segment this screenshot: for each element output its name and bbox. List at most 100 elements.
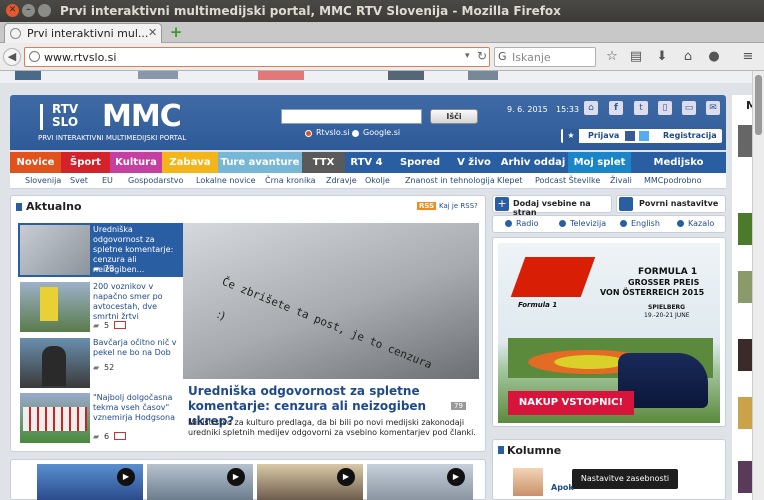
facebook-icon[interactable]: f [609, 101, 623, 115]
menu-arhiv-oddaj[interactable]: Arhiv oddaj [498, 152, 568, 173]
register-link[interactable]: Registracija [663, 131, 717, 140]
columnist-name[interactable]: Apok [551, 483, 574, 492]
right-thumb[interactable] [738, 397, 752, 429]
menu-zabava[interactable]: Zabava [162, 152, 218, 173]
rss-badge[interactable]: RSS [417, 202, 437, 210]
menu-rtv4[interactable]: RTV 4 [345, 152, 388, 173]
twitter-icon[interactable]: t [634, 101, 648, 115]
login-bar: ★ Prijava Registracija [561, 129, 722, 143]
reload-icon[interactable]: ↻ [477, 49, 487, 63]
menu-spored[interactable]: Spored [390, 152, 450, 173]
search-box[interactable]: G Iskanje [494, 47, 596, 67]
right-thumb[interactable] [738, 339, 752, 371]
news-title: 200 voznikov v napačno smer po avtocesta… [93, 282, 163, 321]
submenu-item[interactable]: Podcast Številke [535, 173, 600, 189]
chat-icon[interactable]: ● [706, 49, 722, 65]
mail-icon[interactable]: ✉ [706, 101, 720, 115]
main-story-image[interactable]: Če zbrišete ta post, je to cenzura :) [183, 223, 479, 379]
new-tab-button[interactable]: + [168, 24, 184, 40]
menu-hamburger-icon[interactable]: ≡ [740, 49, 756, 65]
menu-kultura[interactable]: Kultura [110, 152, 162, 173]
main-story-comments[interactable]: 79 [451, 402, 466, 410]
submenu-item[interactable]: Klepet [497, 173, 523, 189]
restore-settings-button[interactable]: Povrni nastavitve [616, 195, 726, 213]
news-item[interactable]: Bavčarja očitno nič v pekel ne bo na Dob… [18, 336, 183, 390]
radio-rtvslo[interactable] [305, 130, 312, 137]
strip-image[interactable] [388, 71, 424, 80]
menu-ture-avanture[interactable]: Ture avanture [218, 152, 302, 173]
submenu-item[interactable]: Črna kronika [265, 173, 316, 189]
tw-login-icon[interactable] [639, 131, 649, 141]
ad-cta-button[interactable]: NAKUP VSTOPNIC! [508, 391, 634, 415]
news-item[interactable]: 200 voznikov v napačno smer po avtocesta… [18, 280, 183, 334]
tv-icon[interactable]: ▭ [682, 101, 696, 115]
radio-link[interactable]: Radio [516, 219, 538, 228]
rss-info-link[interactable]: Kaj je RSS? [439, 202, 478, 210]
mmc-logo[interactable]: MMC [102, 99, 182, 134]
dropdown-arrow-icon[interactable]: ▾ [465, 51, 470, 61]
video-thumb[interactable]: ▶ [367, 464, 473, 500]
strip-image[interactable] [15, 71, 41, 80]
strip-image[interactable] [258, 71, 304, 80]
login-link[interactable]: Prijava [588, 131, 619, 140]
right-thumb[interactable] [738, 125, 752, 157]
home-icon[interactable]: ⌂ [680, 49, 696, 65]
video-thumb[interactable]: ▶ [37, 464, 143, 500]
news-item[interactable]: "Najbolj dolgočasna tekma vseh časov" vz… [18, 391, 183, 445]
submenu-item[interactable]: Zdravje [326, 173, 357, 189]
home-site-icon[interactable]: ⌂ [584, 101, 598, 115]
index-link[interactable]: Kazalo [688, 219, 714, 228]
submenu-item[interactable]: Znanost in tehnologija [405, 173, 495, 189]
mobile-icon[interactable]: ▯ [658, 101, 672, 115]
video-thumb[interactable]: ▶ [147, 464, 253, 500]
menu-ttx[interactable]: TTX [302, 152, 345, 173]
menu-medijsko-sredisce[interactable]: Medijsko središče [631, 152, 726, 189]
radio-google[interactable] [352, 130, 359, 137]
menu-moj-splet[interactable]: Moj splet [568, 152, 631, 173]
submenu-item[interactable]: Živali [610, 173, 632, 189]
scrollbar-thumb[interactable] [755, 75, 762, 135]
submenu-item[interactable]: Okolje [365, 173, 390, 189]
browser-tab[interactable]: Prvi interaktivni mul... ✕ [4, 23, 162, 43]
close-window-button[interactable]: ✕ [6, 4, 19, 17]
menu-v-zivo[interactable]: V živo [450, 152, 498, 173]
menu-novice[interactable]: Novice [10, 152, 61, 173]
stop-sign-icon [40, 287, 58, 321]
close-tab-icon[interactable]: ✕ [148, 26, 157, 39]
news-item[interactable]: Uredniška odgovornost za spletne komenta… [18, 223, 183, 277]
vertical-scrollbar[interactable] [752, 71, 764, 500]
ad-brand: Formula 1 [518, 301, 558, 309]
site-search-button[interactable]: Išči [430, 109, 478, 124]
english-link[interactable]: English [631, 219, 660, 228]
right-thumb[interactable] [738, 271, 752, 303]
site-search-input[interactable] [281, 109, 422, 124]
columnist-avatar[interactable] [513, 468, 543, 496]
strip-image[interactable] [138, 71, 178, 79]
tv-link[interactable]: Televizija [570, 219, 606, 228]
maximize-window-button[interactable] [38, 4, 51, 17]
download-icon[interactable]: ⬇ [654, 49, 670, 65]
menu-sport[interactable]: Šport [61, 152, 110, 173]
submenu-item[interactable]: Gospodarstvo [128, 173, 183, 189]
video-badge-icon [114, 432, 126, 440]
back-button[interactable]: ◀ [3, 48, 21, 66]
add-content-button[interactable]: + Dodaj vsebine na stran [492, 195, 612, 217]
privacy-settings-toast[interactable]: Nastavitve zasebnosti [572, 469, 678, 489]
submenu-item[interactable]: Lokalne novice [196, 173, 256, 189]
bookmarks-list-icon[interactable]: ▤ [628, 49, 644, 65]
video-thumb[interactable]: ▶ [257, 464, 363, 500]
formula1-ad[interactable]: Formula 1 FORMULA 1 GROSSER PREIS VON ÖS… [492, 237, 726, 427]
submenu-item[interactable]: MMCpodrobno [644, 173, 702, 189]
bookmark-star-icon[interactable]: ☆ [604, 49, 620, 65]
right-thumb[interactable] [738, 213, 752, 245]
minimize-window-button[interactable]: – [22, 4, 35, 17]
comment-count: 79 [104, 264, 115, 273]
submenu-item[interactable]: Svet [70, 173, 88, 189]
submenu-item[interactable]: EU [102, 173, 113, 189]
submenu-item[interactable]: Slovenija [25, 173, 61, 189]
star-icon: ★ [563, 129, 579, 143]
right-thumb[interactable] [738, 461, 752, 493]
fb-login-icon[interactable] [625, 131, 635, 141]
url-bar[interactable]: www.rtvslo.si ▾ ↻ [24, 47, 490, 67]
strip-image[interactable] [468, 71, 498, 80]
